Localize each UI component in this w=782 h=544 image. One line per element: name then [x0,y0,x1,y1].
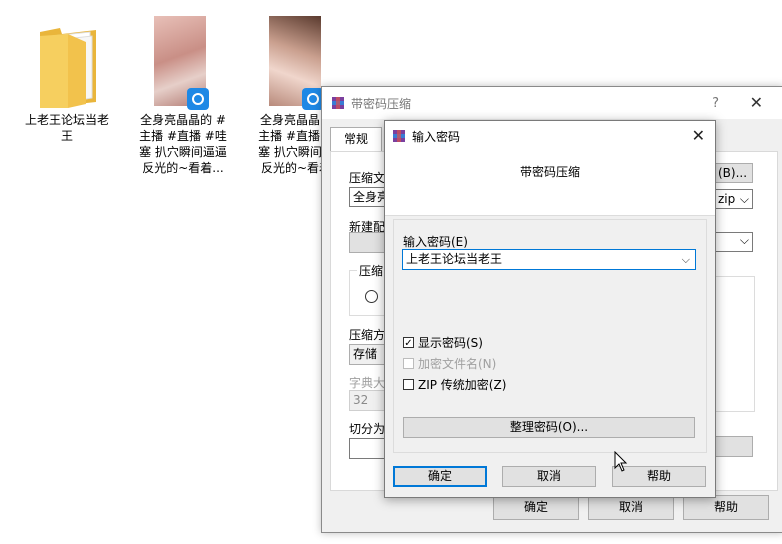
chevron-down-icon[interactable]: ⌵ [682,250,690,269]
cancel-button[interactable]: 取消 [502,466,596,487]
cancel-button[interactable]: 取消 [588,495,674,520]
enter-password-dialog: 输入密码 ✕ 带密码压缩 输入密码(E) 上老王论坛当老王 ⌵ ✓ 显示密码(S… [384,120,716,498]
checkbox-box [403,379,414,390]
encrypt-filenames-checkbox[interactable]: 加密文件名(N) [403,355,496,372]
help-titlebar-button[interactable]: ? [712,96,719,111]
radio-button[interactable] [365,290,378,303]
dialog-titlebar: 输入密码 ✕ [385,121,715,151]
desktop-folder-item[interactable]: 上老王论坛当老 王 [17,18,117,158]
dictionary-select[interactable]: 32 [349,390,389,411]
ok-button[interactable]: 确定 [493,495,579,520]
show-password-label: 显示密码(S) [418,336,483,350]
desktop-video-item[interactable]: 全身亮晶晶的 # 主播 #直播 #哇 塞 扒穴瞬间逼逼 反光的~看着... [133,16,233,176]
dialog-header: 带密码压缩 [385,151,715,216]
dialog-titlebar: 带密码压缩 ? ✕ [322,87,782,119]
dialog-title: 带密码压缩 [351,96,412,111]
help-button[interactable]: 帮助 [683,495,769,520]
chevron-down-icon: ⌵ [739,233,749,247]
dialog-title: 输入密码 [412,129,461,144]
desktop-item-label: 上老王论坛当老 王 [24,113,109,143]
chevron-down-icon: ⌵ [739,192,749,206]
password-label: 输入密码(E) [403,235,468,249]
split-label: 切分为 [349,422,386,436]
ok-button[interactable]: 确定 [393,466,487,487]
desktop-item-label: 全身亮晶晶的 # 主播 #直播 #哇 塞 扒穴瞬间逼逼 反光的~看着... [139,113,227,175]
checkmark-icon: ✓ [403,337,414,349]
close-icon[interactable]: ✕ [750,93,763,112]
tab-general[interactable]: 常规 [330,127,382,152]
split-volume-field[interactable] [349,438,389,459]
archive-name-label: 压缩文 [349,171,386,185]
zip-legacy-label: ZIP 传统加密(Z) [418,378,507,392]
password-value: 上老王论坛当老王 [406,252,503,266]
method-label: 压缩方 [349,328,386,342]
encrypt-filenames-label: 加密文件名(N) [418,357,497,371]
mouse-cursor-icon [614,451,628,472]
format-value: zip [718,192,736,206]
dictionary-label: 字典大 [349,376,386,390]
checkbox-box [403,358,414,369]
player-badge-icon [187,88,209,110]
organize-passwords-button[interactable]: 整理密码(O)... [403,417,695,438]
zip-legacy-encryption-checkbox[interactable]: ZIP 传统加密(Z) [403,376,506,393]
password-input[interactable]: 上老王论坛当老王 ⌵ [402,249,696,270]
browse-button-label: (B)... [718,166,748,180]
winrar-icon [393,130,405,142]
method-value: 存储 [353,347,378,361]
dictionary-value: 32 [353,393,369,407]
close-icon[interactable]: ✕ [692,126,705,145]
compression-group-label: 压缩 [357,262,386,279]
method-select[interactable]: 存储 [349,344,389,365]
winrar-icon [332,97,344,109]
folder-icon [40,28,96,108]
show-password-checkbox[interactable]: ✓ 显示密码(S) [403,334,483,351]
profile-button[interactable] [349,232,389,253]
